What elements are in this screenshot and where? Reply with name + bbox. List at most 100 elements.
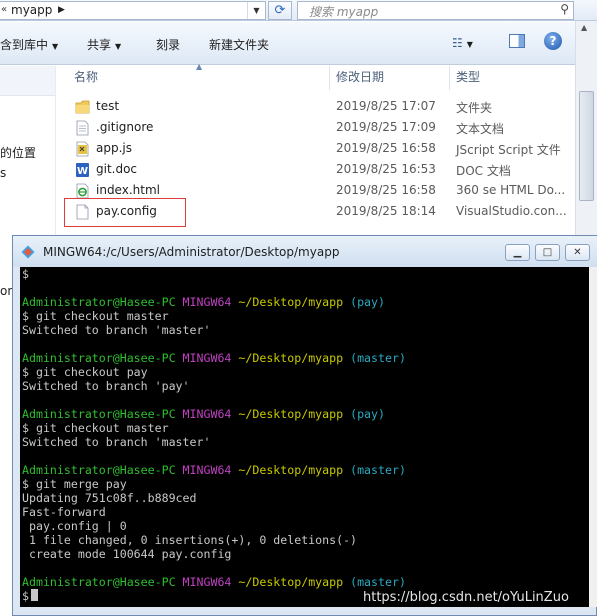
file-type: 文本文档: [456, 122, 505, 136]
prompt-shell: MINGW64: [182, 407, 232, 421]
refresh-button[interactable]: ⟳: [268, 1, 292, 20]
output-line: Switched to branch 'pay': [22, 379, 190, 393]
git-bash-icon: [21, 245, 35, 259]
toolbar-label: 新建文件夹: [209, 38, 270, 52]
file-row-pay-config[interactable]: pay.config 2019/8/25 18:14 VisualStudio.…: [57, 198, 575, 227]
file-name: pay.config: [96, 204, 157, 218]
prompt-user: Administrator@Hasee-PC: [22, 463, 176, 477]
jscript-file-icon: [76, 141, 89, 157]
command-text: $ git checkout pay: [22, 365, 148, 379]
prompt-shell: MINGW64: [182, 295, 232, 309]
prompt-path: ~/Desktop/myapp: [238, 295, 344, 309]
prompt-line: Administrator@Hasee-PC MINGW64 ~/Desktop…: [22, 407, 385, 421]
scroll-up-icon[interactable]: ▲: [581, 23, 587, 32]
breadcrumb-current[interactable]: myapp: [11, 3, 52, 17]
svg-text:W: W: [77, 166, 88, 177]
prompt-path: ~/Desktop/myapp: [238, 463, 344, 477]
command-line: $: [22, 589, 38, 603]
file-name: git.doc: [96, 162, 138, 176]
burn-button[interactable]: 刻录: [156, 36, 180, 53]
address-bar: « myapp ▶ ▼ ⟳ 搜索 myapp ⚲: [0, 0, 597, 21]
minimize-button[interactable]: ▁: [505, 244, 530, 261]
text-file-icon: [76, 120, 89, 136]
address-box[interactable]: « myapp ▶ ▼: [0, 1, 266, 20]
prompt-branch: (master): [350, 351, 406, 365]
prompt-line: Administrator@Hasee-PC MINGW64 ~/Desktop…: [22, 463, 406, 477]
word-doc-icon: W: [76, 163, 89, 177]
toolbar-label: 含到库中: [0, 38, 49, 52]
column-header-name[interactable]: 名称: [74, 68, 98, 85]
output-line: Updating 751c08f..b889ced: [22, 491, 197, 505]
column-header-date[interactable]: 修改日期: [336, 68, 384, 85]
nav-header: [0, 66, 55, 96]
terminal-titlebar[interactable]: MINGW64:/c/Users/Administrator/Desktop/m…: [13, 236, 597, 267]
close-icon: ✕: [573, 247, 582, 258]
prompt-line: $: [22, 267, 29, 281]
breadcrumb-arrow-icon[interactable]: ▶: [58, 5, 65, 15]
prompt-branch: (pay): [350, 407, 385, 421]
prompt-user: Administrator@Hasee-PC: [22, 295, 176, 309]
view-details-icon: ☷: [452, 36, 463, 50]
breadcrumb-overflow-icon[interactable]: «: [1, 4, 7, 15]
prompt-path: ~/Desktop/myapp: [238, 351, 344, 365]
file-name: test: [96, 99, 120, 113]
output-line: 1 file changed, 0 insertions(+), 0 delet…: [22, 533, 358, 547]
file-list: ▲ 名称 修改日期 类型 test 2019/8/25 17:07 文件夹 .g…: [57, 62, 575, 236]
search-input[interactable]: 搜索 myapp: [309, 3, 378, 20]
search-icon: ⚲: [560, 2, 569, 16]
scrollbar-thumb[interactable]: [579, 91, 594, 201]
file-date: 2019/8/25 16:58: [336, 141, 436, 155]
sort-ascending-icon: ▲: [196, 62, 203, 71]
change-view-button[interactable]: ☷ ▼: [452, 36, 473, 50]
include-in-library-button[interactable]: 含到库中 ▼: [0, 36, 58, 53]
nav-item-locations[interactable]: 的位置: [0, 144, 36, 161]
prompt-user: Administrator@Hasee-PC: [22, 351, 176, 365]
refresh-icon: ⟳: [274, 3, 286, 18]
terminal-output[interactable]: $ Administrator@Hasee-PC MINGW64 ~/Deskt…: [20, 267, 589, 607]
file-type: 360 se HTML Do...: [456, 183, 566, 197]
address-dropdown-icon[interactable]: ▼: [247, 2, 265, 19]
output-line: pay.config | 0: [22, 519, 127, 533]
file-type: DOC 文档: [456, 164, 511, 178]
command-text: $ git merge pay: [22, 477, 127, 491]
prompt-user: Administrator@Hasee-PC: [22, 407, 176, 421]
html-file-icon: [76, 183, 89, 199]
vertical-scrollbar[interactable]: ▲: [575, 21, 597, 235]
prompt-user: Administrator@Hasee-PC: [22, 575, 176, 589]
help-button[interactable]: ?: [544, 32, 562, 50]
command-bar: 含到库中 ▼ 共享 ▼ 刻录 新建文件夹 ☷ ▼ ?: [0, 22, 597, 65]
file-row-app-js[interactable]: app.js 2019/8/25 16:58 JScript Script 文件: [57, 139, 575, 159]
file-row-test[interactable]: test 2019/8/25 17:07 文件夹: [57, 97, 575, 117]
prompt-branch: (pay): [350, 295, 385, 309]
column-header-type[interactable]: 类型: [456, 68, 480, 85]
file-row-git-doc[interactable]: W git.doc 2019/8/25 16:53 DOC 文档: [57, 160, 575, 180]
column-divider[interactable]: [329, 66, 330, 90]
maximize-button[interactable]: □: [535, 244, 560, 261]
command-line: $ git checkout master: [22, 309, 169, 323]
file-row-gitignore[interactable]: .gitignore 2019/8/25 17:09 文本文档: [57, 118, 575, 138]
prompt-path: ~/Desktop/myapp: [238, 407, 344, 421]
file-date: 2019/8/25 17:07: [336, 99, 436, 113]
terminal-scrollbar[interactable]: [589, 267, 597, 607]
terminal-title: MINGW64:/c/Users/Administrator/Desktop/m…: [43, 245, 340, 259]
search-box[interactable]: 搜索 myapp ⚲: [297, 1, 574, 20]
file-date: 2019/8/25 18:14: [336, 204, 436, 218]
command-text: $ git checkout master: [22, 421, 169, 435]
config-file-icon: [76, 204, 89, 220]
file-name: app.js: [96, 141, 132, 155]
column-divider[interactable]: [449, 66, 450, 90]
file-date: 2019/8/25 16:58: [336, 183, 436, 197]
output-line: Switched to branch 'master': [22, 435, 211, 449]
share-button[interactable]: 共享 ▼: [87, 36, 121, 53]
new-folder-button[interactable]: 新建文件夹: [209, 36, 269, 53]
nav-item-fragment[interactable]: s: [0, 166, 6, 180]
prompt-shell: MINGW64: [182, 575, 232, 589]
file-type: VisualStudio.con...: [456, 204, 567, 218]
output-line: Switched to branch 'master': [22, 323, 211, 337]
close-button[interactable]: ✕: [565, 244, 590, 261]
prompt-line: Administrator@Hasee-PC MINGW64 ~/Desktop…: [22, 351, 406, 365]
preview-pane-button[interactable]: [509, 34, 525, 48]
file-type: 文件夹: [456, 101, 493, 115]
toolbar-label: 刻录: [156, 38, 181, 52]
command-text: $ git checkout master: [22, 309, 169, 323]
